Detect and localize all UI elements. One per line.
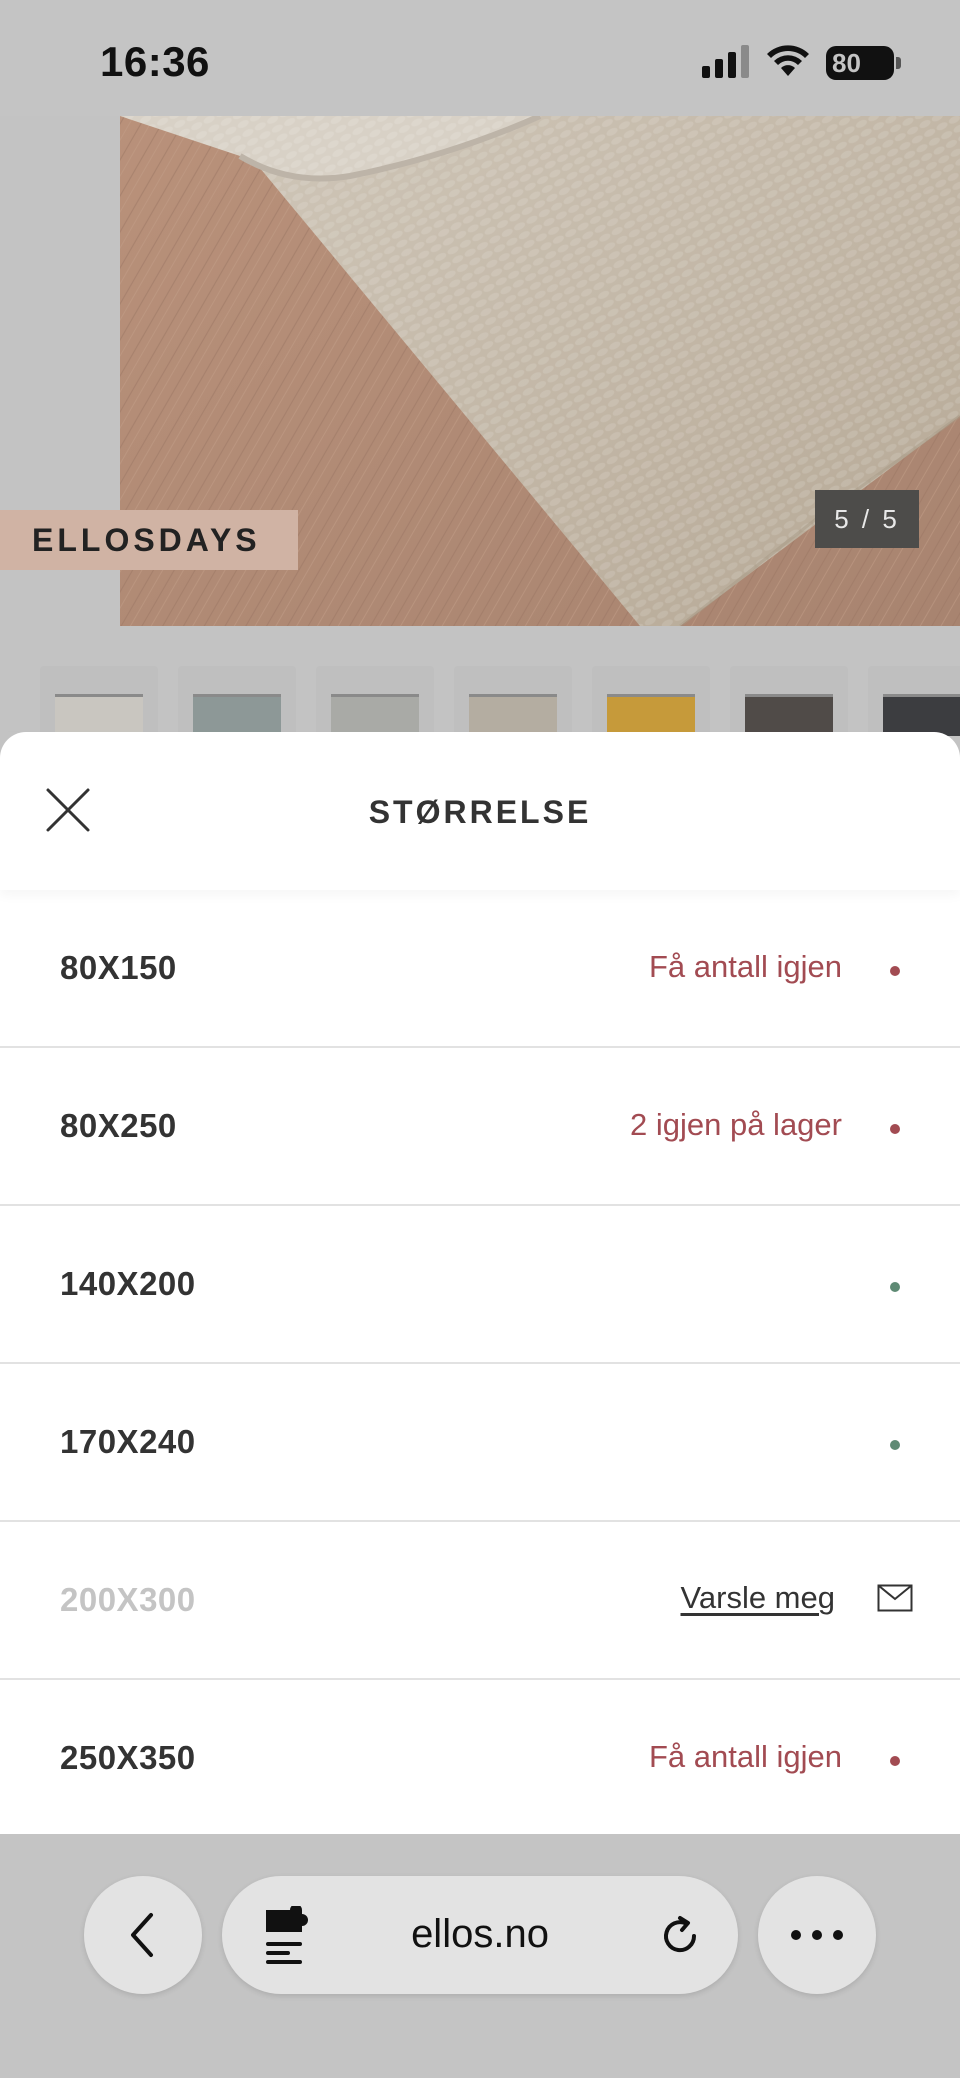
size-label: 140X200: [60, 1265, 196, 1302]
size-option-250x350[interactable]: 250X350 Få antall igjen: [0, 1680, 960, 1838]
status-time: 16:36: [100, 38, 210, 85]
size-option-200x300: 200X300 Varsle meg: [0, 1522, 960, 1680]
stock-indicator-dot: [890, 1440, 900, 1450]
battery-level: 80: [832, 48, 861, 78]
stock-status: Få antall igjen: [648, 949, 842, 984]
product-image-gallery[interactable]: ELLOSDAYS 5 / 5: [0, 116, 960, 626]
sheet-header: STØRRELSE: [0, 732, 960, 890]
promo-badge-label: ELLOSDAYS: [32, 521, 261, 558]
size-option-170x240[interactable]: 170X240: [0, 1364, 960, 1522]
thumbnail-color-3[interactable]: [316, 666, 434, 736]
status-bar: 16:36 80: [0, 0, 960, 116]
stock-indicator-dot: [890, 1124, 900, 1134]
size-label: 250X350: [60, 1739, 196, 1776]
address-bar[interactable]: ellos.no: [222, 1876, 738, 1994]
thumbnail-color-5[interactable]: [592, 666, 710, 736]
thumbnail-color-4[interactable]: [454, 666, 572, 736]
size-label: 200X300: [60, 1581, 196, 1618]
notify-me-link[interactable]: Varsle meg: [681, 1580, 836, 1616]
size-label: 170X240: [60, 1423, 196, 1460]
image-counter: 5 / 5: [815, 490, 919, 548]
more-options-button[interactable]: [758, 1876, 876, 1994]
thumbnail-color-7[interactable]: [868, 666, 960, 736]
browser-toolbar: ellos.no: [0, 1834, 960, 2078]
size-option-80x250[interactable]: 80X250 2 igjen på lager: [0, 1048, 960, 1206]
ellipsis-icon: [791, 1930, 843, 1940]
stock-indicator-dot: [890, 1282, 900, 1292]
page: 16:36 80 ELLOSDAYS 5 / 5 STØRRELSE 80X15…: [0, 0, 960, 2078]
back-button[interactable]: [84, 1876, 202, 1994]
stock-status: 2 igjen på lager: [630, 1107, 842, 1142]
size-selector-sheet: STØRRELSE 80X150 Få antall igjen 80X250 …: [0, 732, 960, 1838]
promo-badge: ELLOSDAYS: [0, 510, 298, 570]
size-option-80x150[interactable]: 80X150 Få antall igjen: [0, 890, 960, 1048]
size-label: 80X250: [60, 1107, 177, 1144]
battery-icon: 80: [826, 46, 901, 80]
thumbnail-color-6[interactable]: [730, 666, 848, 736]
chevron-left-icon: [131, 1913, 153, 1957]
sheet-title: STØRRELSE: [368, 794, 592, 830]
size-list: 80X150 Få antall igjen 80X250 2 igjen på…: [0, 890, 960, 1838]
size-option-140x200[interactable]: 140X200: [0, 1206, 960, 1364]
color-thumbnails: [0, 626, 960, 736]
thumbnail-color-1[interactable]: [40, 666, 158, 736]
thumbnail-color-2[interactable]: [178, 666, 296, 736]
reload-icon[interactable]: [658, 1914, 702, 1958]
stock-indicator-dot: [890, 1756, 900, 1766]
stock-indicator-dot: [890, 966, 900, 976]
cellular-signal-icon: [702, 45, 749, 78]
mail-icon[interactable]: [877, 1584, 913, 1612]
wifi-icon: [767, 45, 809, 76]
size-label: 80X150: [60, 949, 177, 986]
stock-status: Få antall igjen: [648, 1739, 842, 1774]
